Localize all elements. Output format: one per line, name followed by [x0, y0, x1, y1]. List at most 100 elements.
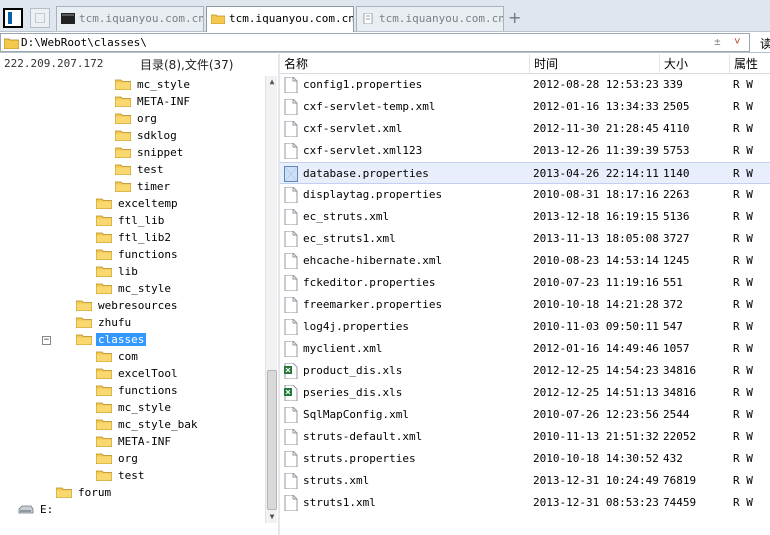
file-row[interactable]: database.properties 2013-04-26 22:14:11 11…: [280, 162, 770, 184]
column-time[interactable]: 时间: [530, 54, 660, 74]
file-size: 339: [663, 78, 683, 91]
window-button[interactable]: [30, 8, 50, 28]
column-attr[interactable]: 属性: [730, 54, 770, 74]
tree-folder-item[interactable]: snippet: [115, 144, 185, 161]
file-size: 5753: [663, 144, 690, 157]
tree-folder-item[interactable]: exceltemp: [96, 195, 180, 212]
tree-folder-item[interactable]: ftl_lib2: [96, 229, 173, 246]
file-time: 2013-11-13 18:05:08: [533, 232, 659, 245]
path-history-icon[interactable]: ±: [714, 35, 721, 48]
file-name: ehcache-hibernate.xml: [303, 254, 443, 267]
file-row[interactable]: product_dis.xls 2012-12-25 14:54:23 34816 R…: [280, 360, 770, 382]
file-row[interactable]: ehcache-hibernate.xml 2010-08-23 14:53:14…: [280, 250, 770, 272]
file-row[interactable]: struts1.xml 2013-12-31 08:53:23 74459 R W: [280, 492, 770, 514]
path-input[interactable]: D:\WebRoot\classes\ ± ˅: [0, 33, 750, 52]
file-row[interactable]: struts.xml 2013-12-31 10:24:49 76819 R W: [280, 470, 770, 492]
file-row[interactable]: ec_struts.xml 2013-12-18 16:19:15 5136 R W: [280, 206, 770, 228]
scrollbar-thumb[interactable]: [267, 370, 277, 510]
file-icon: [284, 187, 298, 203]
tab-file-manager[interactable]: tcm.iquanyou.com.cn: [206, 6, 354, 32]
file-time: 2010-10-18 14:30:52: [533, 452, 659, 465]
collapse-icon[interactable]: −: [42, 336, 51, 345]
file-row[interactable]: displaytag.properties 2010-08-31 18:17:16…: [280, 184, 770, 206]
tree-folder-item[interactable]: mc_style: [96, 280, 173, 297]
drive-item[interactable]: E:: [18, 501, 55, 518]
tree-folder-item[interactable]: test: [96, 467, 147, 484]
file-attributes: R W: [733, 188, 753, 201]
column-size[interactable]: 大小: [660, 54, 730, 74]
tab-label: tcm.iquanyou.com.cn: [379, 12, 504, 25]
file-row[interactable]: myclient.xml 2012-01-16 14:49:46 1057 R W: [280, 338, 770, 360]
file-icon: [284, 77, 298, 93]
file-size: 551: [663, 276, 683, 289]
tree-folder-item[interactable]: ftl_lib: [96, 212, 166, 229]
file-size: 2544: [663, 408, 690, 421]
tree-scrollbar[interactable]: ▲ ▼: [265, 76, 277, 523]
new-tab-button[interactable]: +: [508, 8, 521, 27]
tab-editor[interactable]: tcm.iquanyou.com.cn: [356, 6, 504, 31]
tree-folder-item[interactable]: webresources: [76, 297, 179, 314]
tree-item-label: E:: [40, 503, 54, 516]
panel-toggle-button[interactable]: [3, 8, 23, 28]
file-icon: [284, 209, 298, 225]
file-row[interactable]: cxf-servlet.xml123 2013-12-26 11:39:39 575…: [280, 140, 770, 162]
tree-folder-item[interactable]: mc_style: [96, 399, 173, 416]
file-row[interactable]: ec_struts1.xml 2013-11-13 18:05:08 3727 R W: [280, 228, 770, 250]
tree-folder-item[interactable]: mc_style: [115, 76, 192, 93]
file-icon: [284, 429, 298, 445]
tree-folder-item[interactable]: META-INF: [96, 433, 173, 450]
file-list: config1.properties 2012-08-28 12:53:23 339…: [280, 74, 770, 535]
file-size: 76819: [663, 474, 697, 487]
tab-terminal[interactable]: tcm.iquanyou.com.cn: [56, 6, 204, 31]
file-row[interactable]: cxf-servlet-temp.xml 2012-01-16 13:34:33 2…: [280, 96, 770, 118]
tree-folder-item[interactable]: mc_style_bak: [96, 416, 199, 433]
folder-icon: [76, 317, 92, 328]
file-size: 1057: [663, 342, 690, 355]
tree-folder-item[interactable]: com: [96, 348, 140, 365]
file-time: 2010-08-23 14:53:14: [533, 254, 659, 267]
file-attributes: R W: [733, 452, 753, 465]
file-size: 2263: [663, 188, 690, 201]
file-icon: [284, 121, 298, 137]
file-time: 2012-01-16 14:49:46: [533, 342, 659, 355]
tree-folder-item[interactable]: test: [115, 161, 166, 178]
chevron-down-icon[interactable]: ˅: [734, 35, 741, 49]
file-row[interactable]: fckeditor.properties 2010-07-23 11:19:16 5…: [280, 272, 770, 294]
tree-folder-item[interactable]: org: [96, 450, 140, 467]
file-row[interactable]: config1.properties 2012-08-28 12:53:23 339…: [280, 74, 770, 96]
tree-folder-item[interactable]: lib: [96, 263, 140, 280]
tree-folder-item[interactable]: excelTool: [96, 365, 180, 382]
folder-icon: [96, 249, 112, 260]
folder-icon: [76, 334, 92, 345]
server-ip: 222.209.207.172: [4, 57, 104, 70]
scroll-down-icon[interactable]: ▼: [267, 512, 277, 522]
file-row[interactable]: pseries_dis.xls 2012-12-25 14:51:13 34816 R…: [280, 382, 770, 404]
file-icon: [284, 341, 298, 357]
tree-folder-item[interactable]: META-INF: [115, 93, 192, 110]
file-row[interactable]: log4j.properties 2010-11-03 09:50:11 547 R …: [280, 316, 770, 338]
tree-folder-item[interactable]: functions: [96, 246, 180, 263]
tree-folder-item[interactable]: classes: [76, 331, 147, 348]
folder-icon: [115, 147, 131, 158]
tree-folder-item[interactable]: sdklog: [115, 127, 179, 144]
file-row[interactable]: struts-default.xml 2010-11-13 21:51:32 220…: [280, 426, 770, 448]
folder-icon: [96, 402, 112, 413]
file-attributes: R W: [733, 78, 753, 91]
file-row[interactable]: cxf-servlet.xml 2012-11-30 21:28:45 4110 R …: [280, 118, 770, 140]
tree-folder-item[interactable]: functions: [96, 382, 180, 399]
tree-folder-item[interactable]: zhufu: [76, 314, 133, 331]
tree-folder-item[interactable]: org: [115, 110, 159, 127]
file-size: 3727: [663, 232, 690, 245]
column-name[interactable]: 名称: [280, 54, 530, 74]
file-row[interactable]: freemarker.properties 2010-10-18 14:21:28…: [280, 294, 770, 316]
file-size: 1140: [663, 167, 690, 180]
go-button[interactable]: 读: [760, 35, 770, 52]
file-attributes: R W: [733, 408, 753, 421]
tree-folder-item[interactable]: forum: [56, 484, 113, 501]
file-attributes: R W: [733, 386, 753, 399]
tree-folder-item[interactable]: timer: [115, 178, 172, 195]
file-row[interactable]: SqlMapConfig.xml 2010-07-26 12:23:56 2544 R…: [280, 404, 770, 426]
file-row[interactable]: struts.properties 2010-10-18 14:30:52 432 R…: [280, 448, 770, 470]
scroll-up-icon[interactable]: ▲: [267, 77, 277, 87]
file-size: 34816: [663, 386, 697, 399]
